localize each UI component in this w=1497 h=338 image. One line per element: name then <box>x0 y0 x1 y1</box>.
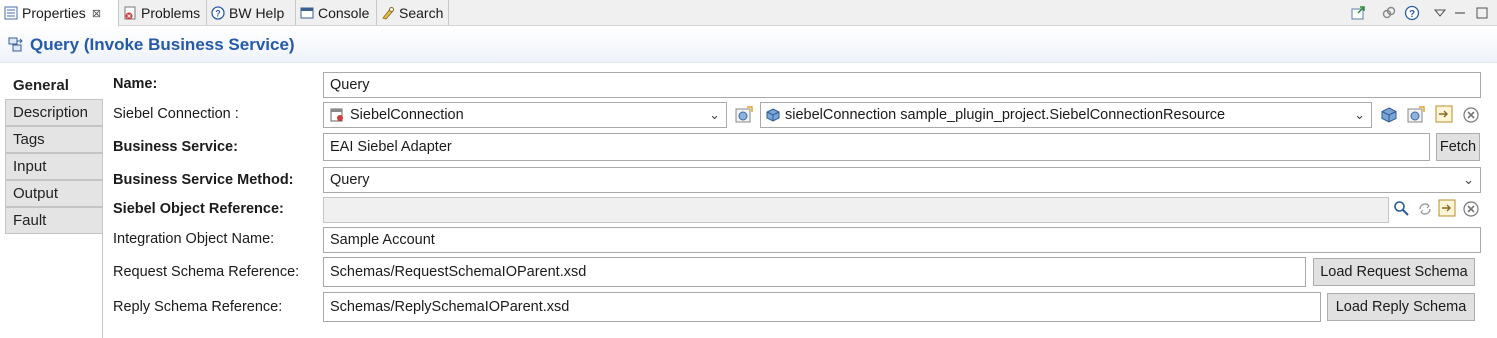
siebel-connection-label: Siebel Connection : <box>113 106 239 122</box>
connection-icon <box>330 108 344 126</box>
name-label: Name: <box>113 76 158 92</box>
integration-object-name-field[interactable]: Sample Account <box>323 227 1481 253</box>
fetch-button[interactable]: Fetch <box>1436 133 1480 161</box>
properties-header: Query (Invoke Business Service) <box>0 27 1497 63</box>
business-service-method-label: Business Service Method: <box>113 172 294 188</box>
name-field[interactable]: Query <box>323 72 1481 98</box>
tab-label: Search <box>399 4 444 21</box>
close-icon[interactable]: ⊠ <box>92 7 101 20</box>
resource-cube-button-icon[interactable] <box>1380 106 1398 124</box>
load-reply-schema-button[interactable]: Load Reply Schema <box>1327 293 1475 321</box>
selected-value: siebelConnection sample_plugin_project.S… <box>785 107 1226 123</box>
refresh-icon[interactable] <box>1416 200 1434 218</box>
section-tab-fault[interactable]: Fault <box>5 207 102 234</box>
clear-icon[interactable] <box>1462 106 1480 124</box>
reply-schema-field[interactable]: Schemas/ReplySchemaIOParent.xsd <box>323 292 1321 322</box>
edit-binding-icon[interactable] <box>1435 105 1453 123</box>
page-title: Query (Invoke Business Service) <box>30 35 295 54</box>
business-service-field[interactable]: EAI Siebel Adapter <box>323 133 1430 161</box>
tab-properties[interactable]: Properties ⊠ <box>0 0 119 26</box>
tab-label: Problems <box>141 4 201 21</box>
tab-label: Properties <box>22 5 86 21</box>
edit-binding-icon[interactable] <box>1438 199 1456 217</box>
chevron-down-icon: ⌄ <box>709 107 720 122</box>
tab-rail-divider <box>102 72 103 338</box>
svg-text:?: ? <box>215 8 221 18</box>
search-icon <box>381 6 395 20</box>
properties-icon <box>4 6 18 20</box>
load-request-schema-button[interactable]: Load Request Schema <box>1313 258 1475 286</box>
link-icon[interactable] <box>1380 4 1398 22</box>
activity-icon <box>8 36 24 52</box>
tab-label: BW Help <box>229 4 285 21</box>
section-tab-input[interactable]: Input <box>5 153 102 180</box>
tab-label: Console <box>318 4 370 21</box>
selected-value: Query <box>330 172 370 188</box>
help-icon[interactable]: ? <box>1403 4 1421 22</box>
help-icon: ? <box>211 5 225 20</box>
chevron-down-icon: ⌄ <box>1354 107 1365 122</box>
request-schema-field[interactable]: Schemas/RequestSchemaIOParent.xsd <box>323 257 1306 287</box>
business-service-method-select[interactable]: Query ⌄ <box>323 167 1481 193</box>
siebel-connection-select[interactable]: SiebelConnection ⌄ <box>323 102 727 128</box>
business-service-label: Business Service: <box>113 139 238 155</box>
maximize-icon[interactable] <box>1474 4 1490 22</box>
siebel-object-reference-label: Siebel Object Reference: <box>113 201 284 217</box>
minimize-icon[interactable] <box>1452 4 1468 22</box>
siebel-object-reference-field <box>323 197 1389 223</box>
pin-view-icon[interactable] <box>1349 4 1367 22</box>
search-icon[interactable] <box>1392 199 1410 217</box>
svg-text:?: ? <box>1409 9 1415 20</box>
section-tab-output[interactable]: Output <box>5 180 102 207</box>
create-connection-icon[interactable] <box>735 106 753 124</box>
reply-schema-label: Reply Schema Reference: <box>113 299 283 315</box>
connection-resource-select[interactable]: siebelConnection sample_plugin_project.S… <box>760 102 1372 128</box>
chevron-down-icon: ⌄ <box>1463 172 1474 187</box>
integration-object-name-label: Integration Object Name: <box>113 231 275 247</box>
create-resource-icon[interactable] <box>1407 106 1425 124</box>
view-menu-icon[interactable] <box>1432 4 1448 22</box>
selected-value: SiebelConnection <box>350 107 464 123</box>
problems-icon <box>123 6 137 20</box>
tab-console[interactable]: Console <box>296 0 377 25</box>
tab-bw-help[interactable]: ? BW Help <box>207 0 296 25</box>
view-tab-strip: Properties ⊠ Problems ? BW Help Console … <box>0 0 1497 26</box>
tab-problems[interactable]: Problems <box>119 0 207 25</box>
clear-icon[interactable] <box>1462 200 1480 218</box>
console-icon <box>300 6 314 20</box>
section-tab-description[interactable]: Description <box>5 99 102 126</box>
tab-search[interactable]: Search <box>377 0 449 25</box>
section-tab-tags[interactable]: Tags <box>5 126 102 153</box>
request-schema-label: Request Schema Reference: <box>113 264 300 280</box>
resource-cube-icon <box>766 108 780 126</box>
section-tab-general[interactable]: General <box>5 72 103 99</box>
section-tabs: General Description Tags Input Output Fa… <box>0 64 103 338</box>
